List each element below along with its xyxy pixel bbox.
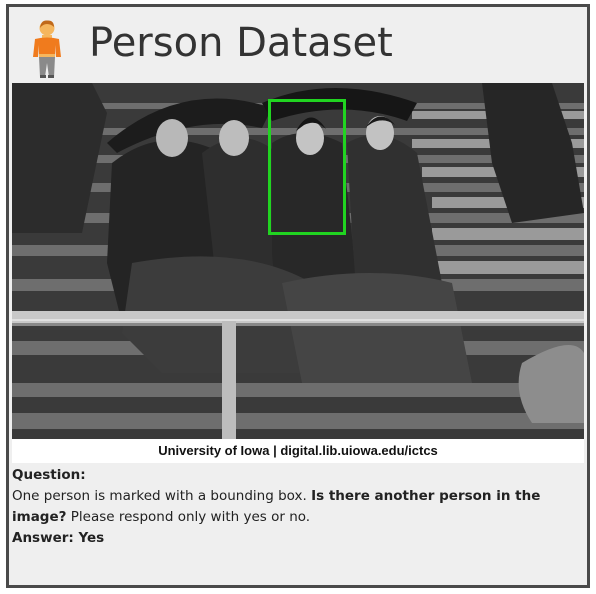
- question-text-part2: Please respond only with yes or no.: [66, 509, 311, 525]
- photo-credit: University of Iowa | digital.lib.uiowa.e…: [12, 439, 584, 463]
- dataset-photo: University of Iowa | digital.lib.uiowa.e…: [12, 83, 584, 463]
- answer-value: Yes: [78, 530, 105, 546]
- question-label: Question:: [12, 467, 86, 483]
- card-header: Person Dataset: [9, 7, 587, 83]
- person-standing-icon: [33, 20, 61, 78]
- question-text-part1: One person is marked with a bounding box…: [12, 488, 312, 504]
- question-answer-block: Question: One person is marked with a bo…: [12, 465, 572, 549]
- answer-line: Answer: Yes: [12, 528, 572, 549]
- dataset-card: Person Dataset University of Iowa | digi…: [6, 4, 590, 588]
- person-bounding-box: [268, 99, 346, 235]
- answer-label: Answer:: [12, 530, 79, 546]
- question-text: One person is marked with a bounding box…: [12, 486, 572, 528]
- page-title: Person Dataset: [89, 20, 393, 66]
